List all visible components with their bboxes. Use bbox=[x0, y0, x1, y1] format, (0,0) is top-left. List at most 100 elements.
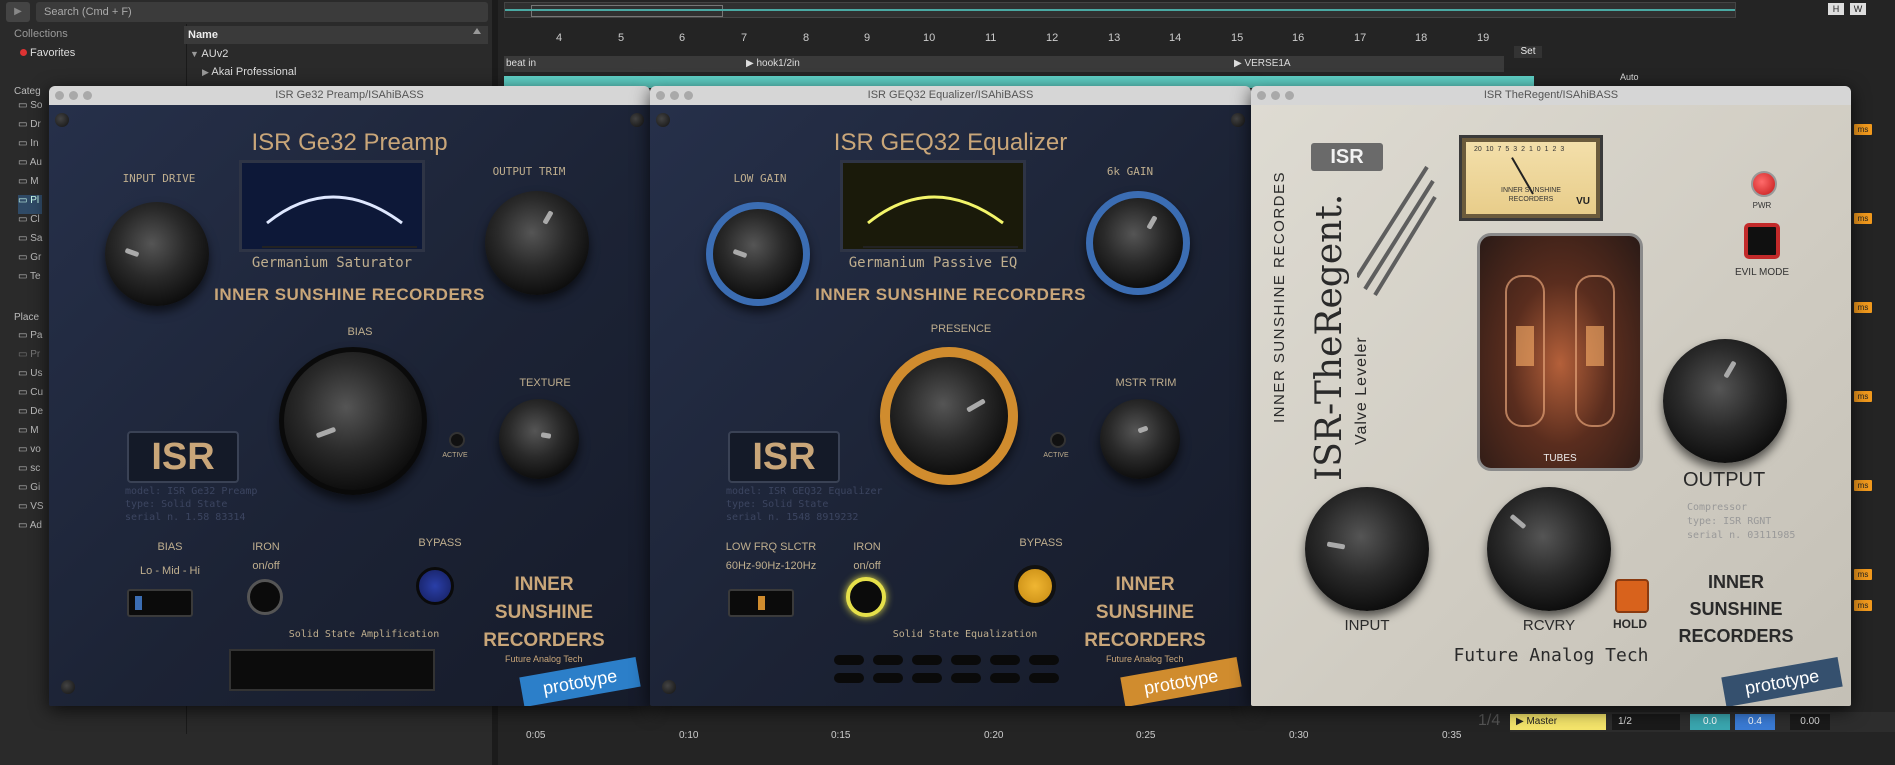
texture-knob[interactable] bbox=[499, 399, 579, 479]
category-item[interactable]: ▭ Te bbox=[18, 271, 42, 290]
vent-grille bbox=[229, 649, 435, 691]
bias-range-label: Lo - Mid - Hi bbox=[140, 565, 200, 577]
category-item[interactable]: ▭ Sa bbox=[18, 233, 42, 252]
hold-button[interactable] bbox=[1615, 579, 1649, 613]
place-item[interactable]: ▭ Pr bbox=[18, 349, 44, 368]
category-item[interactable]: ▭ M bbox=[18, 176, 42, 195]
high-gain-knob[interactable] bbox=[1086, 191, 1190, 295]
master-routing-select[interactable]: 1/2 bbox=[1612, 714, 1680, 730]
prototype-badge: prototype bbox=[519, 656, 641, 706]
minimize-icon[interactable] bbox=[69, 91, 78, 100]
output-trim-knob[interactable] bbox=[485, 191, 589, 295]
track-badge[interactable]: ms bbox=[1854, 569, 1872, 580]
overview-viewport[interactable] bbox=[531, 5, 723, 17]
time-ruler[interactable]: 0:05 0:10 0:15 0:20 0:25 0:30 0:35 bbox=[504, 730, 1504, 746]
eq-window-title: ISR GEQ32 Equalizer/ISAhiBASS bbox=[867, 89, 1034, 101]
presence-knob[interactable] bbox=[880, 347, 1018, 485]
place-item[interactable]: ▭ Pa bbox=[18, 330, 44, 349]
mstr-trim-knob[interactable] bbox=[1100, 399, 1180, 479]
place-item[interactable]: ▭ M bbox=[18, 425, 44, 444]
zoom-icon[interactable] bbox=[1285, 91, 1294, 100]
preamp-titlebar[interactable]: ISR Ge32 Preamp/ISAhiBASS bbox=[49, 86, 650, 105]
zoom-icon[interactable] bbox=[83, 91, 92, 100]
iron-toggle-button[interactable] bbox=[846, 577, 886, 617]
time-tick: 0:15 bbox=[831, 730, 851, 741]
tree-item-akai[interactable]: ▶ Akai Professional bbox=[202, 66, 296, 78]
bypass-button[interactable] bbox=[416, 567, 454, 605]
place-item[interactable]: ▭ De bbox=[18, 406, 44, 425]
set-locator-button[interactable]: Set bbox=[1514, 46, 1542, 58]
zoom-icon[interactable] bbox=[684, 91, 693, 100]
category-list: ▭ So ▭ Dr ▭ In ▭ Au ▭ M ▭ Pl ▭ Cl ▭ Sa ▭… bbox=[18, 100, 43, 290]
future-analog-text: Future Analog Tech bbox=[1453, 645, 1649, 666]
mstr-trim-label: MSTR TRIM bbox=[1115, 377, 1177, 389]
track-badge[interactable]: ms bbox=[1854, 302, 1872, 313]
ruler-tick: 7 bbox=[741, 32, 748, 44]
name-column-header[interactable]: Name bbox=[184, 26, 488, 44]
track-badge[interactable]: ms bbox=[1854, 213, 1872, 224]
locator-hook[interactable]: ▶ hook1/2in bbox=[746, 58, 800, 69]
preamp-faceplate: ISR Ge32 Preamp INPUT DRIVE Germanium Sa… bbox=[49, 105, 650, 706]
evil-mode-button[interactable] bbox=[1744, 223, 1780, 259]
minimize-icon[interactable] bbox=[670, 91, 679, 100]
ruler-tick: 8 bbox=[803, 32, 810, 44]
locator-bar[interactable]: beat in ▶ hook1/2in ▶ VERSE1A bbox=[504, 56, 1504, 72]
close-icon[interactable] bbox=[1257, 91, 1266, 100]
regent-titlebar[interactable]: ISR TheRegent/ISAhiBASS bbox=[1251, 86, 1851, 105]
master-track-header[interactable]: ▶ Master bbox=[1510, 714, 1606, 730]
bypass-button[interactable] bbox=[1014, 565, 1056, 607]
category-item[interactable]: ▭ Gr bbox=[18, 252, 42, 271]
arrangement-overview[interactable] bbox=[504, 2, 1736, 18]
eq-titlebar[interactable]: ISR GEQ32 Equalizer/ISAhiBASS bbox=[650, 86, 1251, 105]
frq-range-label: 60Hz-90Hz-120Hz bbox=[725, 560, 817, 572]
place-item[interactable]: ▭ Us bbox=[18, 368, 44, 387]
ruler-tick: 13 bbox=[1108, 32, 1121, 44]
track-badge[interactable]: ms bbox=[1854, 480, 1872, 491]
close-icon[interactable] bbox=[55, 91, 64, 100]
beat-ruler[interactable]: 4 5 6 7 8 9 10 11 12 13 14 15 16 17 18 1… bbox=[504, 32, 1504, 48]
category-item-selected[interactable]: ▭ Pl bbox=[18, 195, 43, 214]
place-item[interactable]: ▭ Ad bbox=[18, 520, 44, 539]
eq-corner-brand: INNER SUNSHINE RECORDERS bbox=[1084, 574, 1206, 651]
output-knob[interactable] bbox=[1663, 339, 1787, 463]
place-item[interactable]: ▭ sc bbox=[18, 463, 44, 482]
place-item[interactable]: ▭ vo bbox=[18, 444, 44, 463]
eq-subtitle: Germanium Passive EQ bbox=[848, 255, 1018, 271]
place-item[interactable]: ▭ VS bbox=[18, 501, 44, 520]
prototype-badge: prototype bbox=[1721, 656, 1843, 706]
master-delay[interactable]: 0.00 bbox=[1790, 714, 1830, 730]
category-item[interactable]: ▭ So bbox=[18, 100, 42, 119]
close-icon[interactable] bbox=[656, 91, 665, 100]
preview-play-button[interactable]: ▶ bbox=[6, 2, 30, 22]
master-volume[interactable]: 0.0 bbox=[1690, 714, 1730, 730]
bias-selector-switch[interactable] bbox=[127, 589, 193, 617]
track-badge[interactable]: ms bbox=[1854, 124, 1872, 135]
category-item[interactable]: ▭ Au bbox=[18, 157, 42, 176]
automation-label[interactable]: Auto bbox=[1620, 72, 1646, 84]
tree-item-auv2[interactable]: ▼ AUv2 bbox=[190, 48, 228, 60]
search-input[interactable]: Search (Cmd + F) bbox=[36, 2, 488, 22]
locator-beat-in[interactable]: beat in bbox=[506, 58, 536, 69]
vu-scale: 20 10 7 5 3 2 1 0 1 2 3 bbox=[1474, 146, 1565, 153]
category-item[interactable]: ▭ Cl bbox=[18, 214, 42, 233]
low-frq-selector-switch[interactable] bbox=[728, 589, 794, 617]
ruler-tick: 19 bbox=[1477, 32, 1490, 44]
track-badge[interactable]: ms bbox=[1854, 391, 1872, 402]
evil-mode-label: EVIL MODE bbox=[1734, 267, 1790, 278]
w-toggle-button[interactable]: W bbox=[1850, 3, 1866, 15]
minimize-icon[interactable] bbox=[1271, 91, 1280, 100]
locator-verse[interactable]: ▶ VERSE1A bbox=[1234, 58, 1291, 69]
track-badge[interactable]: ms bbox=[1854, 600, 1872, 611]
category-item[interactable]: ▭ In bbox=[18, 138, 42, 157]
input-knob[interactable] bbox=[1305, 487, 1429, 611]
place-item[interactable]: ▭ Gi bbox=[18, 482, 44, 501]
category-item[interactable]: ▭ Dr bbox=[18, 119, 42, 138]
rcvry-knob[interactable] bbox=[1487, 487, 1611, 611]
iron-toggle-button[interactable] bbox=[247, 579, 283, 615]
master-pan[interactable]: 0.4 bbox=[1735, 714, 1775, 730]
regent-faceplate: ISR INNER SUNSHINE RECORDES ISR-TheRegen… bbox=[1251, 105, 1851, 706]
h-toggle-button[interactable]: H bbox=[1828, 3, 1844, 15]
sort-icon[interactable] bbox=[473, 28, 481, 34]
bias-knob[interactable] bbox=[279, 347, 427, 495]
place-item[interactable]: ▭ Cu bbox=[18, 387, 44, 406]
